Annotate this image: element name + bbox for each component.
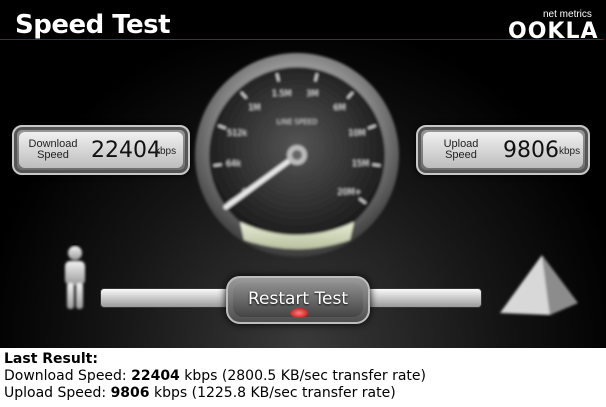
gauge-body: LINE SPEED 064k512k1M1.5M3M6M10M15M20M+ <box>195 53 399 257</box>
download-label-line2: Speed <box>37 149 69 161</box>
download-label: Download Speed <box>23 139 83 161</box>
upload-label-line2: Speed <box>445 149 477 161</box>
download-speed-display: Download Speed 22404 kbps <box>12 125 190 175</box>
upload-result-value: 9806 <box>110 385 150 401</box>
gauge-tick-label: 6M <box>334 103 346 112</box>
upload-unit: kbps <box>559 146 581 157</box>
last-result-upload: Upload Speed: 9806 kbps (1225.8 KB/sec t… <box>4 385 426 402</box>
server-pyramid-icon <box>500 255 578 315</box>
download-result-suffix: kbps (2800.5 KB/sec transfer rate) <box>179 368 426 384</box>
gauge-tick-label: 20M+ <box>338 188 362 197</box>
gauge-tick-label: 10M <box>348 129 365 138</box>
test-stage: LINE SPEED 064k512k1M1.5M3M6M10M15M20M+ … <box>0 40 606 348</box>
gauge-tick-label: 1M <box>248 103 260 112</box>
gauge-tick <box>213 163 222 167</box>
gauge-tick-label: 15M <box>352 159 369 168</box>
speedtest-panel: Speed Test net metrics OOKLA LINE SPEED … <box>0 0 606 348</box>
restart-test-label: Restart Test <box>248 289 348 309</box>
restart-test-button[interactable]: Restart Test <box>226 276 370 324</box>
page-title: Speed Test <box>15 10 171 40</box>
person-icon <box>65 246 85 309</box>
last-result-section: Last Result: Download Speed: 22404 kbps … <box>4 351 426 402</box>
gauge-tick-label: 64k <box>226 159 241 168</box>
download-unit: kbps <box>155 146 177 157</box>
gauge-tick-label: 3M <box>306 89 318 98</box>
upload-speed-display: Upload Speed 9806 kbps <box>416 125 590 175</box>
gauge-tick <box>372 163 381 167</box>
progress-indicator-dot <box>290 308 308 318</box>
gauge-tick-label: 1.5M <box>272 89 292 98</box>
last-result-download: Download Speed: 22404 kbps (2800.5 KB/se… <box>4 368 426 385</box>
download-result-value: 22404 <box>131 368 180 384</box>
upload-value: 9806 <box>503 138 559 163</box>
gauge-center-label: LINE SPEED <box>277 118 318 126</box>
upload-result-prefix: Upload Speed: <box>4 385 111 401</box>
download-value: 22404 <box>91 138 161 163</box>
upload-label: Upload Speed <box>431 139 491 161</box>
upload-result-suffix: kbps (1225.8 KB/sec transfer rate) <box>149 385 396 401</box>
download-result-prefix: Download Speed: <box>4 368 132 384</box>
gauge-tick-label: 512k <box>227 129 247 138</box>
last-result-heading: Last Result: <box>4 351 98 367</box>
